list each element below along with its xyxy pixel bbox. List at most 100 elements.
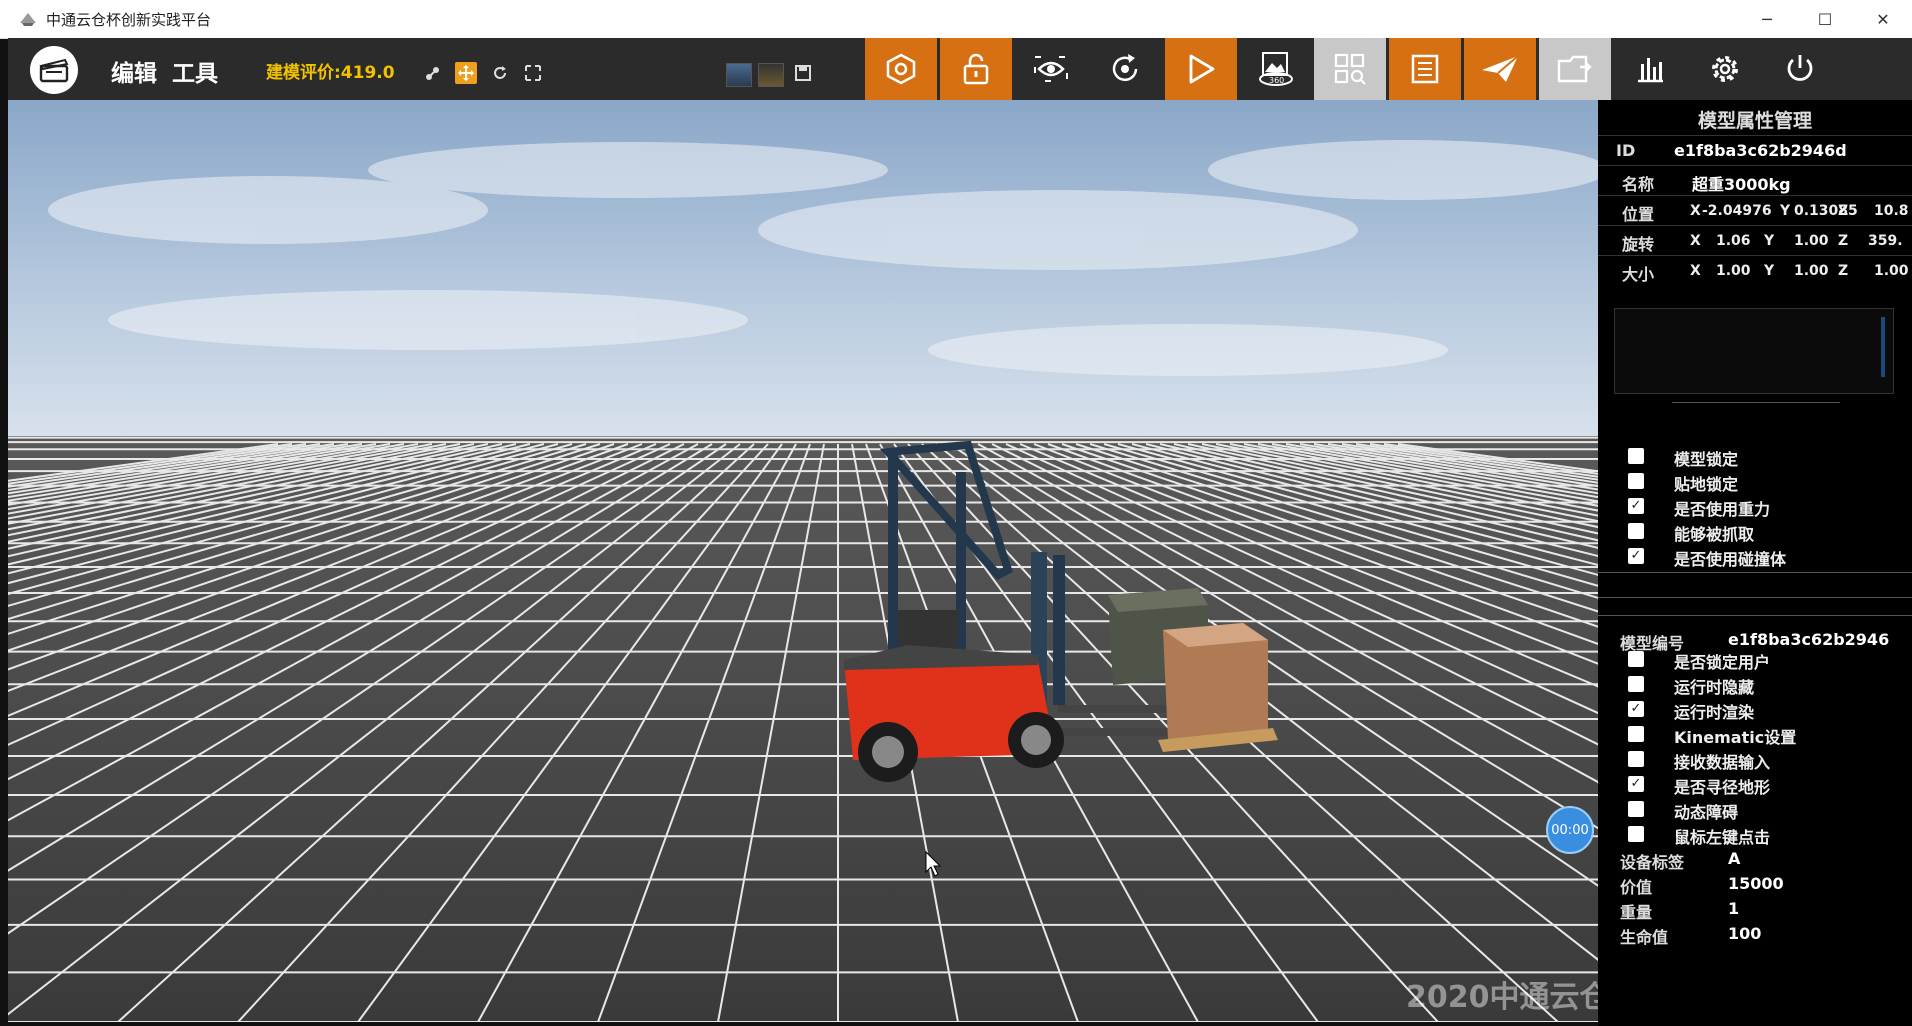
panorama-360-icon[interactable]: 360 <box>1240 38 1312 100</box>
scene-viewport[interactable]: 00:00 2020中通云仓杯 <box>8 100 1598 1022</box>
checkbox-label: 是否寻径地形 <box>1674 778 1771 797</box>
folder-export-icon[interactable] <box>1539 38 1611 100</box>
divider <box>1598 572 1912 573</box>
app-icon <box>20 13 36 26</box>
list-icon[interactable] <box>1389 38 1461 100</box>
maximize-button[interactable]: ☐ <box>1796 0 1854 38</box>
field-label: 生命值 <box>1620 928 1669 947</box>
checkbox-label: 模型锁定 <box>1674 450 1739 469</box>
scene-thumbnail-ground[interactable] <box>758 63 784 87</box>
close-button[interactable]: ✕ <box>1854 0 1912 38</box>
divider <box>1672 402 1840 403</box>
gear-icon[interactable] <box>1689 38 1761 100</box>
checkbox-label: 能够被抓取 <box>1674 525 1755 544</box>
scale-y-field[interactable]: 1.00 <box>1794 263 1829 279</box>
model-library-button[interactable] <box>865 38 937 100</box>
checkbox-checks2-1[interactable] <box>1628 676 1644 692</box>
checkbox-checks1-4[interactable]: ✓ <box>1628 548 1644 564</box>
name-row: 名称 超重3000kg <box>1598 165 1912 196</box>
svg-text:360: 360 <box>1269 76 1284 85</box>
position-row: 位置 X -2.04976 Y 0.13085 Z 10.8 <box>1598 195 1912 226</box>
rotation-y-field[interactable]: 1.00 <box>1794 233 1829 249</box>
field-label: 价值 <box>1620 878 1653 897</box>
field-label: 设备标签 <box>1620 853 1685 872</box>
window-titlebar: 中通云仓杯创新实践平台 ─ ☐ ✕ <box>0 0 1912 39</box>
ground-plane <box>8 436 1598 1022</box>
position-y-field[interactable]: 0.13085 <box>1794 203 1858 219</box>
checkbox-checks1-0[interactable] <box>1628 448 1644 464</box>
field-value[interactable]: 100 <box>1728 924 1761 943</box>
rotation-x-field[interactable]: 1.06 <box>1716 233 1751 249</box>
field-value[interactable]: 15000 <box>1728 874 1784 893</box>
scale-x-label: X <box>1690 263 1701 279</box>
checkbox-label: 是否使用碰撞体 <box>1674 550 1787 569</box>
rotation-z-field[interactable]: 359. <box>1868 233 1903 249</box>
field-value[interactable]: 1 <box>1728 899 1739 918</box>
rotate-tool-icon[interactable] <box>489 62 511 84</box>
select-tool-icon[interactable] <box>422 62 444 84</box>
model-number-value: e1f8ba3c62b2946 <box>1728 630 1890 649</box>
checkbox-checks2-7[interactable] <box>1628 826 1644 842</box>
checkbox-checks2-4[interactable] <box>1628 751 1644 767</box>
position-label: 位置 <box>1622 205 1655 224</box>
checkbox-label: 接收数据输入 <box>1674 753 1771 772</box>
checkbox-checks1-3[interactable] <box>1628 523 1644 539</box>
grid-view-icon[interactable] <box>1314 38 1386 100</box>
menu-edit[interactable]: 编辑 <box>111 54 157 88</box>
position-z-field[interactable]: 10.8 <box>1874 203 1909 219</box>
notes-scrollbar[interactable] <box>1881 317 1885 377</box>
scale-z-field[interactable]: 1.00 <box>1874 263 1909 279</box>
eye-icon[interactable] <box>1015 38 1087 100</box>
field-value[interactable]: A <box>1728 849 1740 868</box>
window-title: 中通云仓杯创新实践平台 <box>46 10 212 29</box>
rotation-z-label: Z <box>1838 233 1849 249</box>
checkbox-checks2-0[interactable] <box>1628 651 1644 667</box>
scene-canvas[interactable] <box>8 100 1598 1022</box>
main-toolbar: 编辑 工具 建模评价:419.0 360 <box>8 38 1912 100</box>
scale-y-label: Y <box>1764 263 1775 279</box>
name-label: 名称 <box>1622 175 1655 194</box>
record-rotate-icon[interactable] <box>1089 38 1161 100</box>
statistics-icon[interactable] <box>1614 38 1686 100</box>
name-value[interactable]: 超重3000kg <box>1692 171 1791 195</box>
scale-row: 大小 X 1.00 Y 1.00 Z 1.00 <box>1598 255 1912 286</box>
checkbox-checks1-1[interactable] <box>1628 473 1644 489</box>
watermark: 2020中通云仓杯 <box>1406 980 1598 1015</box>
lock-icon[interactable] <box>940 38 1012 100</box>
clapperboard-logo-icon[interactable] <box>30 46 78 94</box>
save-icon[interactable] <box>792 62 814 84</box>
menu-tools[interactable]: 工具 <box>172 54 218 88</box>
play-button[interactable] <box>1165 38 1237 100</box>
panel-title: 模型属性管理 <box>1697 110 1812 132</box>
divider <box>1598 615 1912 616</box>
checkbox-label: 运行时隐藏 <box>1674 678 1755 697</box>
checkbox-label: 是否使用重力 <box>1674 500 1771 519</box>
scale-tool-icon[interactable] <box>522 62 544 84</box>
scene-thumbnail-sky[interactable] <box>726 63 752 87</box>
position-x-field[interactable]: -2.04976 <box>1702 203 1772 219</box>
scale-x-field[interactable]: 1.00 <box>1716 263 1751 279</box>
modeling-score: 建模评价:419.0 <box>266 63 395 83</box>
checkbox-checks2-2[interactable]: ✓ <box>1628 701 1644 717</box>
checkbox-checks2-6[interactable] <box>1628 801 1644 817</box>
rotation-label: 旋转 <box>1622 235 1655 254</box>
power-icon[interactable] <box>1764 38 1836 100</box>
timer-badge[interactable]: 00:00 <box>1546 806 1594 854</box>
id-value: e1f8ba3c62b2946d <box>1674 141 1847 160</box>
checkbox-checks2-3[interactable] <box>1628 726 1644 742</box>
checkbox-label: 运行时渲染 <box>1674 703 1755 722</box>
id-label: ID <box>1616 141 1636 160</box>
model-property-panel: 模型属性管理 ID e1f8ba3c62b2946d 名称 超重3000kg 位… <box>1598 100 1912 1026</box>
id-row: ID e1f8ba3c62b2946d <box>1598 135 1912 166</box>
checkbox-checks1-2[interactable]: ✓ <box>1628 498 1644 514</box>
notes-textarea[interactable] <box>1614 308 1894 394</box>
scale-label: 大小 <box>1622 265 1655 284</box>
checkbox-checks2-5[interactable]: ✓ <box>1628 776 1644 792</box>
scale-z-label: Z <box>1838 263 1849 279</box>
send-icon[interactable] <box>1464 38 1536 100</box>
minimize-button[interactable]: ─ <box>1738 0 1796 38</box>
checkbox-label: Kinematic设置 <box>1674 728 1797 747</box>
position-z-label: Z <box>1838 203 1849 219</box>
move-tool-icon[interactable] <box>455 62 477 84</box>
checkbox-label: 是否锁定用户 <box>1674 653 1771 672</box>
